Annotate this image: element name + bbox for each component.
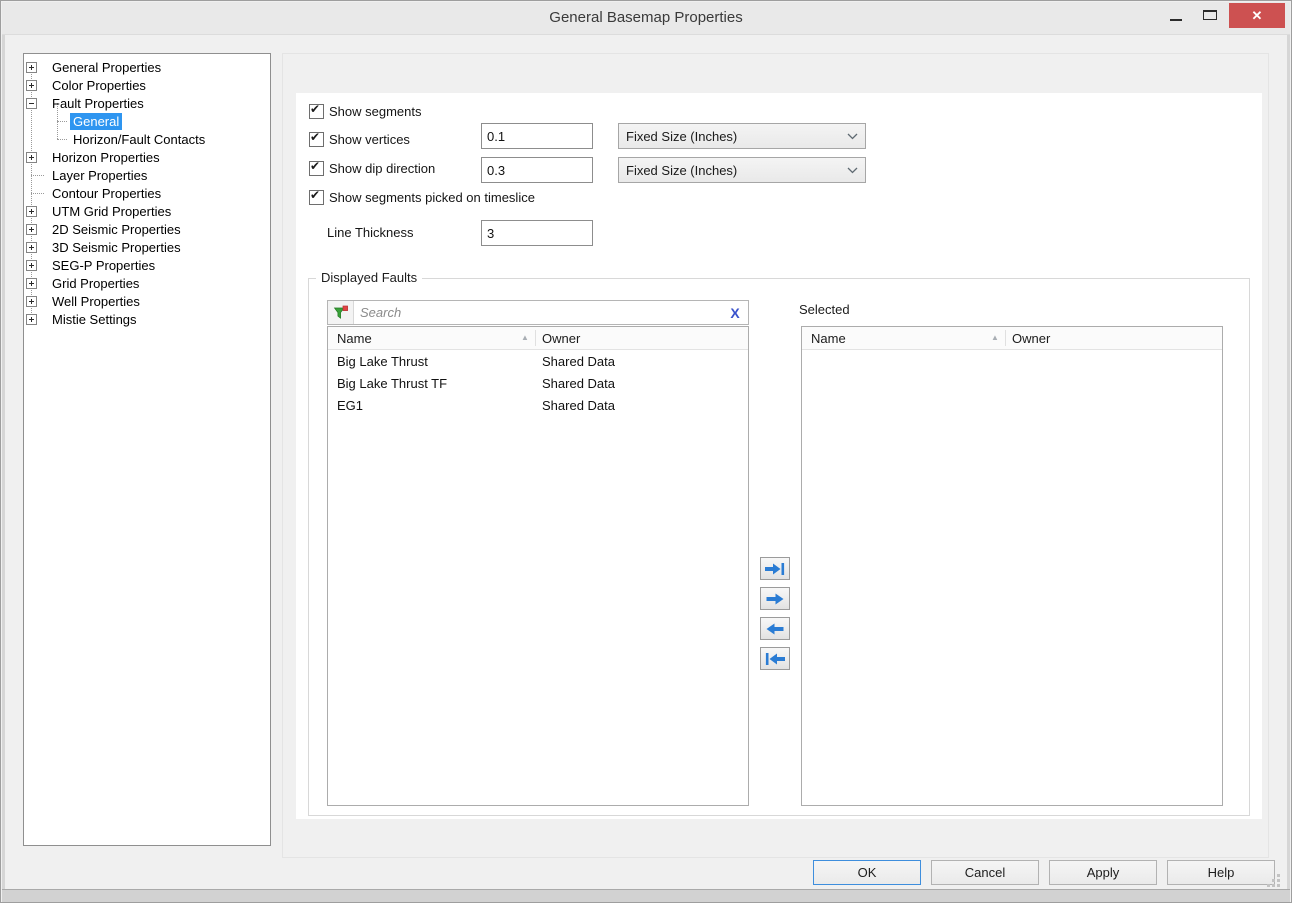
ok-button[interactable]: OK <box>813 860 921 885</box>
tree-dash <box>31 193 44 194</box>
tree-item-color-properties[interactable]: Color Properties <box>24 76 270 94</box>
move-left-button[interactable] <box>760 617 790 640</box>
tree-item-well-properties[interactable]: Well Properties <box>24 292 270 310</box>
available-faults-table: Name ▲ Owner Big Lake Thrust Shared Data… <box>327 326 749 806</box>
move-all-right-button[interactable] <box>760 557 790 580</box>
window-left-edge <box>2 33 5 889</box>
tree-item-3d-seismic-properties[interactable]: 3D Seismic Properties <box>24 238 270 256</box>
maximize-icon <box>1203 10 1217 20</box>
apply-button[interactable]: Apply <box>1049 860 1157 885</box>
tree-item-layer-properties[interactable]: Layer Properties <box>24 166 270 184</box>
check-icon: ✔ <box>310 102 320 117</box>
expand-plus-icon[interactable] <box>26 242 37 253</box>
group-title: Displayed Faults <box>316 270 422 285</box>
check-icon: ✔ <box>310 130 320 145</box>
tree-item-mistie-settings[interactable]: Mistie Settings <box>24 310 270 328</box>
chevron-down-icon <box>847 167 858 174</box>
maximize-button[interactable] <box>1194 2 1226 28</box>
tree-item-contour-properties[interactable]: Contour Properties <box>24 184 270 202</box>
expand-plus-icon[interactable] <box>26 80 37 91</box>
tree-item-general-properties[interactable]: General Properties <box>24 58 270 76</box>
available-table-header: Name ▲ Owner <box>328 327 748 350</box>
minimize-icon <box>1170 19 1182 21</box>
sort-ascending-icon: ▲ <box>991 333 999 342</box>
tree-dash <box>57 121 67 122</box>
show-vertices-row: ✔ Show vertices <box>309 129 410 149</box>
expand-plus-icon[interactable] <box>26 224 37 235</box>
minimize-button[interactable] <box>1160 2 1192 28</box>
window-right-edge <box>1287 33 1290 889</box>
filter-funnel-icon <box>333 305 349 321</box>
title-bar[interactable]: General Basemap Properties ✕ <box>2 2 1290 35</box>
tree-dash <box>57 139 67 140</box>
owner-column-header[interactable]: Owner <box>542 331 580 346</box>
properties-tree[interactable]: General Properties Color Properties Faul… <box>23 53 271 846</box>
show-dip-direction-checkbox[interactable]: ✔ <box>309 161 324 176</box>
tree-item-grid-properties[interactable]: Grid Properties <box>24 274 270 292</box>
line-thickness-input[interactable] <box>481 220 593 246</box>
arrow-right-to-bar-icon <box>765 562 785 576</box>
move-all-left-button[interactable] <box>760 647 790 670</box>
tree-item-2d-seismic-properties[interactable]: 2D Seismic Properties <box>24 220 270 238</box>
line-thickness-label: Line Thickness <box>327 225 413 240</box>
check-icon: ✔ <box>310 188 320 203</box>
tree-item-horizon-properties[interactable]: Horizon Properties <box>24 148 270 166</box>
show-vertices-checkbox[interactable]: ✔ <box>309 132 324 147</box>
close-button[interactable]: ✕ <box>1229 3 1285 28</box>
dip-size-input[interactable] <box>481 157 593 183</box>
window-bottom-edge <box>2 889 1290 903</box>
show-timeslice-row: ✔ Show segments picked on timeslice <box>309 187 535 207</box>
selected-label: Selected <box>799 302 850 317</box>
filter-button[interactable] <box>328 301 354 324</box>
column-divider[interactable] <box>1005 330 1006 346</box>
window-title: General Basemap Properties <box>2 9 1290 26</box>
fault-row[interactable]: Big Lake Thrust Shared Data <box>328 350 748 372</box>
chevron-down-icon <box>847 133 858 140</box>
expand-plus-icon[interactable] <box>26 152 37 163</box>
close-icon: ✕ <box>1252 8 1263 24</box>
name-column-header[interactable]: Name <box>328 331 372 346</box>
owner-column-header[interactable]: Owner <box>1012 331 1050 346</box>
tree-item-utm-grid-properties[interactable]: UTM Grid Properties <box>24 202 270 220</box>
resize-grip[interactable] <box>1267 874 1281 893</box>
help-button[interactable]: Help <box>1167 860 1275 885</box>
collapse-minus-icon[interactable] <box>26 98 37 109</box>
check-icon: ✔ <box>310 159 320 174</box>
fault-search-box: X <box>327 300 749 325</box>
tree-item-segp-properties[interactable]: SEG-P Properties <box>24 256 270 274</box>
expand-plus-icon[interactable] <box>26 260 37 271</box>
tree-item-horizon-fault-contacts[interactable]: Horizon/Fault Contacts <box>24 130 270 148</box>
show-segments-checkbox[interactable]: ✔ <box>309 104 324 119</box>
name-column-header[interactable]: Name <box>802 331 846 346</box>
expand-plus-icon[interactable] <box>26 296 37 307</box>
sort-ascending-icon: ▲ <box>521 333 529 342</box>
tree-dash <box>31 175 44 176</box>
show-timeslice-checkbox[interactable]: ✔ <box>309 190 324 205</box>
show-segments-row: ✔ Show segments <box>309 101 422 121</box>
selected-faults-table: Name ▲ Owner <box>801 326 1223 806</box>
column-divider[interactable] <box>535 330 536 346</box>
arrow-right-icon <box>765 592 785 606</box>
arrow-left-to-bar-icon <box>765 652 785 666</box>
expand-plus-icon[interactable] <box>26 278 37 289</box>
resize-grip-icon <box>1267 874 1281 888</box>
dip-size-mode-select[interactable]: Fixed Size (Inches) <box>618 157 866 183</box>
tree-item-fault-properties[interactable]: Fault Properties <box>24 94 270 112</box>
selected-table-header: Name ▲ Owner <box>802 327 1222 350</box>
show-dip-row: ✔ Show dip direction <box>309 158 435 178</box>
vertices-size-mode-select[interactable]: Fixed Size (Inches) <box>618 123 866 149</box>
arrow-left-icon <box>765 622 785 636</box>
fault-row[interactable]: EG1 Shared Data <box>328 394 748 416</box>
move-right-button[interactable] <box>760 587 790 610</box>
dialog-window: General Basemap Properties ✕ General Pro… <box>0 0 1292 903</box>
expand-plus-icon[interactable] <box>26 314 37 325</box>
cancel-button[interactable]: Cancel <box>931 860 1039 885</box>
expand-plus-icon[interactable] <box>26 206 37 217</box>
fault-row[interactable]: Big Lake Thrust TF Shared Data <box>328 372 748 394</box>
search-input[interactable] <box>354 301 722 324</box>
vertices-size-input[interactable] <box>481 123 593 149</box>
expand-plus-icon[interactable] <box>26 62 37 73</box>
tree-item-fault-general-selected[interactable]: General <box>24 112 270 130</box>
clear-search-icon[interactable]: X <box>722 301 748 324</box>
